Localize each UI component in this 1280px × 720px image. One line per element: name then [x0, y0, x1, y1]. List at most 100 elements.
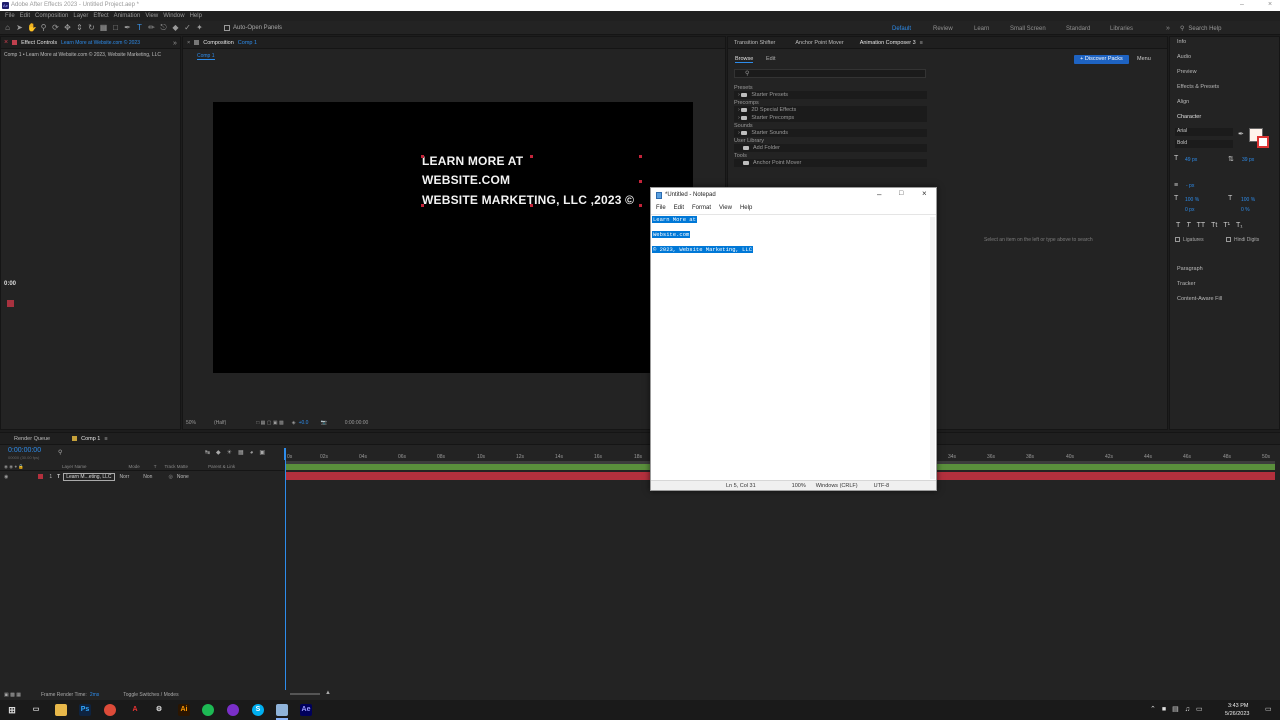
puppet-tool-icon[interactable]: ✦ [195, 23, 204, 32]
notepad-minimize-icon[interactable]: – [877, 190, 881, 199]
footer-icons[interactable]: ▣ ▩ ▦ [4, 692, 21, 698]
superscript-icon[interactable]: T¹ [1223, 222, 1230, 229]
layer-track-matte[interactable]: Non [143, 474, 152, 480]
hindi-digits-checkbox[interactable] [1226, 237, 1231, 242]
discover-packs-button[interactable]: + Discover Packs [1074, 55, 1129, 64]
file-explorer-icon[interactable] [55, 704, 67, 716]
pan-tool-icon[interactable]: ✥ [63, 23, 72, 32]
panel-tracker[interactable]: Tracker [1177, 281, 1195, 287]
layer-parent[interactable]: None [177, 474, 189, 480]
all-caps-icon[interactable]: TT [1197, 222, 1206, 229]
tab-edit[interactable]: Edit [766, 56, 775, 62]
clock-date[interactable]: 5/26/2023 [1225, 711, 1249, 717]
panel-info[interactable]: Info [1177, 39, 1186, 45]
tab-composition[interactable]: Composition [199, 40, 238, 46]
tray-chevron-icon[interactable]: ⌃ [1150, 705, 1156, 713]
zoom-tool-icon[interactable]: ⚲ [39, 23, 48, 32]
text-bounding-handle[interactable] [639, 180, 642, 183]
workspace-default[interactable]: Default [892, 26, 911, 32]
notepad-menu-format[interactable]: Format [692, 205, 711, 211]
col-track-matte[interactable]: Track Matte [164, 464, 188, 469]
timeline-menu-icon[interactable]: ≡ [104, 436, 107, 442]
notepad-text-area[interactable]: Learn More at Website.com © 2023, Websit… [651, 214, 936, 480]
tab-animation-composer[interactable]: Animation Composer 3 [856, 40, 920, 46]
menu-view[interactable]: View [145, 13, 158, 19]
eyedropper-icon[interactable]: ✒ [1238, 130, 1244, 138]
comp-name[interactable]: Comp 1 [238, 40, 257, 46]
roto-brush-tool-icon[interactable]: ✓ [183, 23, 192, 32]
ac-search-input[interactable]: ⚲ [734, 69, 926, 78]
text-bounding-handle[interactable] [639, 155, 642, 158]
workspace-learn[interactable]: Learn [974, 26, 989, 32]
col-mode[interactable]: Mode [128, 464, 139, 469]
tab-browse[interactable]: Browse [735, 56, 754, 63]
workspace-libraries[interactable]: Libraries [1110, 26, 1133, 32]
notepad-title-bar[interactable]: *Untitled - Notepad – □ × [651, 188, 936, 202]
notepad-taskbar-icon[interactable] [276, 704, 288, 716]
menu-help[interactable]: Help [190, 13, 202, 19]
rotate-tool-icon[interactable]: ↻ [87, 23, 96, 32]
menu-composition[interactable]: Composition [35, 13, 68, 19]
photoshop-taskbar-icon[interactable]: Ps [79, 704, 91, 716]
menu-edit[interactable]: Edit [20, 13, 30, 19]
col-parent-link[interactable]: Parent & Link [208, 464, 235, 469]
clock-time[interactable]: 3:43 PM [1228, 703, 1248, 709]
home-icon[interactable]: ⌂ [3, 23, 12, 32]
notepad-line-1[interactable]: Learn More at [652, 216, 697, 223]
after-effects-taskbar-icon[interactable]: Ae [300, 704, 312, 716]
illustrator-taskbar-icon[interactable]: Ai [178, 704, 190, 716]
panel-character[interactable]: Character [1177, 114, 1201, 120]
stroke-width-value[interactable]: - px [1186, 183, 1194, 189]
font-style-dropdown[interactable]: Bold [1175, 140, 1233, 148]
ac-menu-button[interactable]: Menu [1137, 56, 1151, 62]
hand-tool-icon[interactable]: ✋ [27, 23, 37, 32]
leading-value[interactable]: 39 px [1242, 157, 1254, 163]
chrome-icon[interactable] [104, 704, 116, 716]
panel-overflow-icon[interactable]: » [173, 40, 177, 47]
comp-marker-icon[interactable]: ↹ [205, 449, 210, 456]
brush-tool-icon[interactable]: ✏ [147, 23, 156, 32]
workspace-review[interactable]: Review [933, 26, 953, 32]
tray-network-icon[interactable]: ▤ [1172, 705, 1179, 713]
pen-tool-icon[interactable]: ✒ [123, 23, 132, 32]
selection-tool-icon[interactable]: ➤ [15, 23, 24, 32]
eraser-tool-icon[interactable]: ◆ [171, 23, 180, 32]
close-comp-icon[interactable]: × [187, 40, 190, 46]
notepad-close-icon[interactable]: × [922, 189, 927, 198]
faux-italic-icon[interactable]: T [1186, 222, 1190, 229]
text-bounding-handle[interactable] [421, 155, 424, 158]
settings-gear-icon[interactable]: ⚙ [153, 704, 165, 716]
notepad-line-5[interactable]: © 2023, Website Marketing, LLC [652, 246, 754, 253]
color-icon[interactable]: ◈ [292, 420, 296, 426]
ligatures-checkbox[interactable] [1175, 237, 1180, 242]
comp-flow-label[interactable]: Comp 1 [197, 53, 215, 60]
vertical-scale-value[interactable]: 100 % [1185, 197, 1199, 203]
minimize-icon[interactable]: – [1240, 1, 1244, 8]
horizontal-scale-value[interactable]: 100 % [1241, 197, 1255, 203]
rectangle-tool-icon[interactable]: □ [111, 23, 120, 32]
dolly-tool-icon[interactable]: ⇕ [75, 23, 84, 32]
item-2d-special-effects[interactable]: › 2D Special Effects [734, 106, 927, 114]
region-icon[interactable]: □ ▦ ▢ ▣ ▩ [256, 420, 283, 426]
effect-controls-layer[interactable]: Learn More at Website.com © 2023 [61, 40, 140, 46]
panel-preview[interactable]: Preview [1177, 69, 1197, 75]
item-starter-presets[interactable]: › Starter Presets [734, 91, 927, 99]
panel-align[interactable]: Align [1177, 99, 1189, 105]
tab-comp-1[interactable]: Comp 1 [77, 436, 104, 442]
tab-anchor-point-mover[interactable]: Anchor Point Mover [791, 40, 847, 46]
panel-audio[interactable]: Audio [1177, 54, 1191, 60]
motion-blur-icon[interactable]: ◕ [250, 450, 254, 456]
tab-transition-shifter[interactable]: Transition Shifter [730, 40, 779, 46]
zoom-dropdown[interactable]: 50% [186, 420, 196, 426]
tsume-value[interactable]: 0 % [1241, 207, 1250, 213]
workspace-small-screen[interactable]: Small Screen [1010, 26, 1046, 32]
text-bounding-handle[interactable] [530, 155, 533, 158]
current-time-indicator[interactable] [285, 450, 286, 690]
task-view-icon[interactable]: ▭ [30, 704, 42, 716]
notepad-window[interactable]: *Untitled - Notepad – □ × File Edit Form… [650, 187, 937, 491]
font-family-dropdown[interactable]: Arial [1175, 128, 1233, 136]
layer-mode[interactable]: Norr [120, 474, 130, 480]
notepad-menu-help[interactable]: Help [740, 205, 752, 211]
panel-paragraph[interactable]: Paragraph [1177, 266, 1203, 272]
frame-blend-icon[interactable]: ▦ [238, 449, 244, 456]
